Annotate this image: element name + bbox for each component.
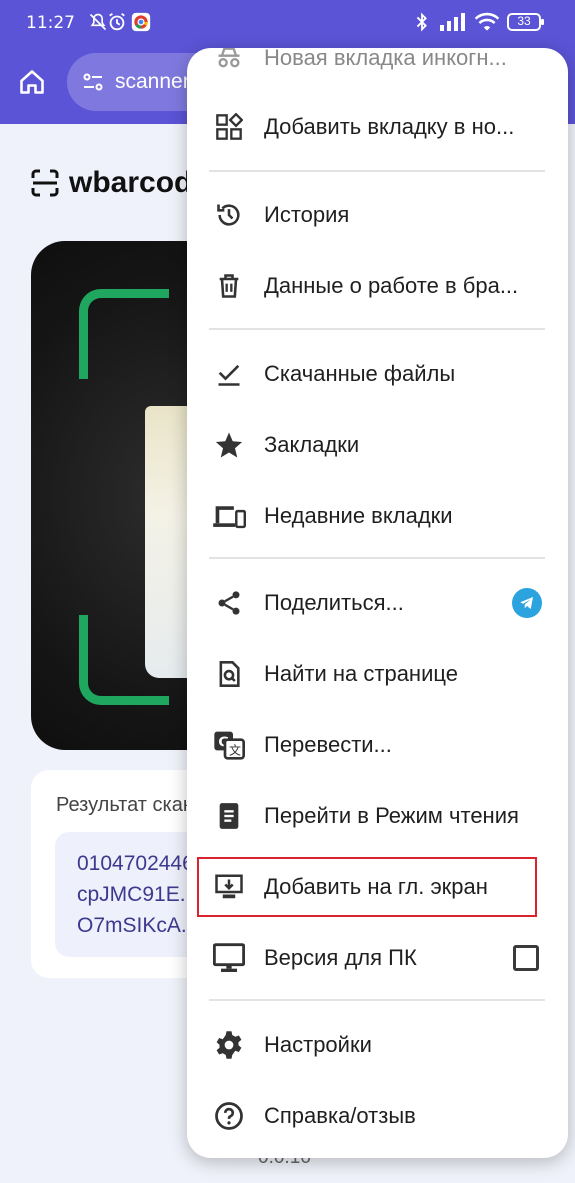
status-bar: 11:27 33 (0, 0, 575, 46)
add-group-icon (211, 109, 247, 145)
home-icon (20, 70, 44, 94)
menu-item-add-tab-to-group[interactable]: Добавить вкладку в но... (187, 95, 568, 159)
telegram-share-icon[interactable] (512, 588, 542, 618)
battery-level: 33 (517, 14, 531, 28)
menu-item-history[interactable]: История (187, 183, 568, 247)
menu-item-add-to-home-screen[interactable]: Добавить на гл. экран (187, 855, 568, 919)
home-button[interactable] (12, 62, 52, 102)
menu-item-downloads[interactable]: Скачанные файлы (187, 342, 568, 406)
help-icon (211, 1098, 247, 1134)
url-text: scanner (115, 70, 190, 93)
menu-item-bookmarks[interactable]: Закладки (187, 413, 568, 477)
bluetooth-icon (414, 10, 430, 34)
status-time: 11:27 (26, 13, 75, 33)
menu-item-translate[interactable]: G文 Перевести... (187, 713, 568, 777)
trash-icon (211, 268, 247, 304)
signal-icon (438, 10, 466, 34)
reader-mode-icon (211, 798, 247, 834)
chrome-icon (131, 10, 151, 34)
menu-divider (209, 328, 545, 330)
incognito-icon (211, 48, 247, 76)
overflow-menu: Новая вкладка инкогн... Добавить вкладку… (187, 48, 568, 1158)
menu-divider (209, 557, 545, 559)
menu-item-reader-mode[interactable]: Перейти в Режим чтения (187, 784, 568, 848)
menu-item-share[interactable]: Поделиться... (187, 571, 568, 635)
brand-logo: wbarcode (31, 166, 209, 200)
svg-text:文: 文 (229, 742, 241, 757)
menu-divider (209, 170, 545, 172)
history-icon (211, 197, 247, 233)
desktop-icon (211, 940, 247, 976)
download-check-icon (211, 356, 247, 392)
site-settings-icon (83, 73, 103, 91)
scan-frame-corner (79, 289, 169, 379)
star-icon (211, 427, 247, 463)
scan-icon (31, 169, 59, 197)
add-to-home-icon (211, 869, 247, 905)
menu-divider (209, 999, 545, 1001)
menu-item-recent-tabs[interactable]: Недавние вкладки (187, 484, 568, 548)
mute-icon (88, 10, 108, 34)
share-icon (211, 585, 247, 621)
menu-item-desktop-site[interactable]: Версия для ПК (187, 926, 568, 990)
gear-icon (211, 1027, 247, 1063)
desktop-site-checkbox[interactable] (513, 945, 539, 971)
menu-item-incognito[interactable]: Новая вкладка инкогн... (187, 48, 568, 90)
battery-icon: 33 (507, 10, 545, 34)
find-in-page-icon (211, 656, 247, 692)
menu-item-clear-browsing-data[interactable]: Данные о работе в бра... (187, 254, 568, 318)
menu-item-settings[interactable]: Настройки (187, 1013, 568, 1077)
wifi-icon (474, 10, 500, 34)
menu-item-find-in-page[interactable]: Найти на странице (187, 642, 568, 706)
translate-icon: G文 (211, 727, 247, 763)
alarm-icon (106, 10, 128, 34)
menu-item-help[interactable]: Справка/отзыв (187, 1084, 568, 1148)
devices-icon (211, 498, 247, 534)
